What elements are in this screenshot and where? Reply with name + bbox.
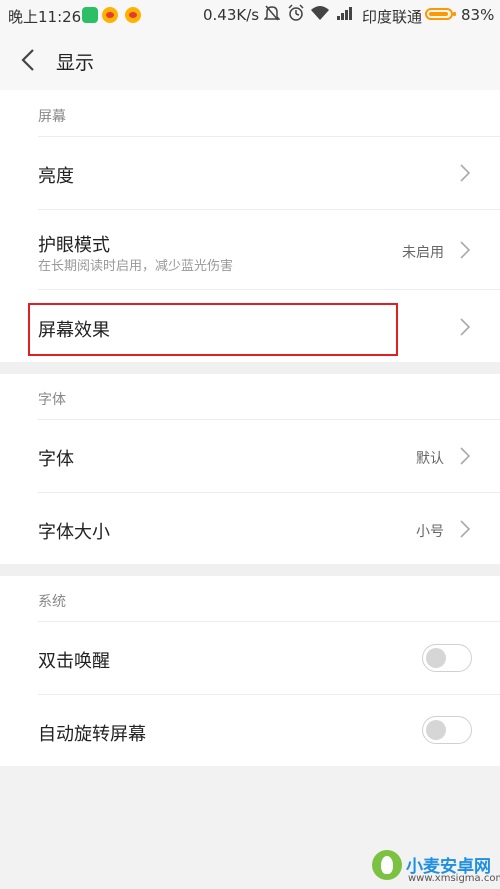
chevron-right-icon [460,241,471,259]
alarm-icon [288,4,304,21]
double-tap-wake-row[interactable]: 双击唤醒 [0,622,500,694]
section-gap [0,362,500,374]
auto-rotate-toggle[interactable] [422,716,472,744]
chevron-right-icon [460,164,471,182]
chevron-left-icon[interactable] [18,47,40,73]
section-font: 字体 字体 默认 字体大小 小号 [0,374,500,564]
font-size-row[interactable]: 字体大小 小号 [0,493,500,564]
network-speed: 0.43K/s [203,6,260,24]
signal-icon [337,7,352,20]
section-system: 系统 双击唤醒 自动旋转屏幕 [0,576,500,766]
section-header-font: 字体 [38,392,66,408]
font-value: 默认 [416,451,444,467]
font-label: 字体 [38,449,74,470]
status-time: 晚上11:26 [8,8,82,26]
status-bar: 晚上11:26 0.43K/s 印度联通 83% [0,0,500,30]
double-tap-wake-toggle[interactable] [422,644,472,672]
highlight-box [28,303,398,356]
chevron-right-icon [460,520,471,538]
page-title: 显示 [56,52,95,74]
battery-percent: 83% [461,6,495,24]
font-size-label: 字体大小 [38,522,110,543]
mute-icon [264,5,280,21]
font-size-value: 小号 [416,524,444,540]
chevron-right-icon [460,447,471,465]
section-header-system: 系统 [38,594,66,610]
vpn-shield-icon [82,7,98,23]
wifi-icon [311,6,329,20]
brightness-label: 亮度 [38,166,74,187]
weibo-icon [102,7,118,23]
carrier-name: 印度联通 [362,8,423,26]
eye-mode-status: 未启用 [402,245,444,261]
section-header-screen: 屏幕 [38,109,66,125]
title-bar: 显示 [0,30,500,90]
eye-mode-label: 护眼模式 [38,235,110,256]
weibo-icon [125,7,141,23]
chevron-right-icon [460,318,471,336]
auto-rotate-row[interactable]: 自动旋转屏幕 [0,695,500,766]
battery-icon [425,8,456,20]
eye-mode-description: 在长期阅读时启用，减少蓝光伤害 [38,259,234,274]
eye-mode-row[interactable]: 护眼模式 在长期阅读时启用，减少蓝光伤害 未启用 [0,210,500,290]
logo-icon [372,850,402,880]
double-tap-wake-label: 双击唤醒 [38,651,110,672]
font-row[interactable]: 字体 默认 [0,420,500,492]
watermark-logo: 小麦安卓网 www.xmsigma.com [372,850,500,889]
auto-rotate-label: 自动旋转屏幕 [38,724,146,745]
brightness-row[interactable]: 亮度 [0,137,500,209]
section-gap [0,564,500,576]
